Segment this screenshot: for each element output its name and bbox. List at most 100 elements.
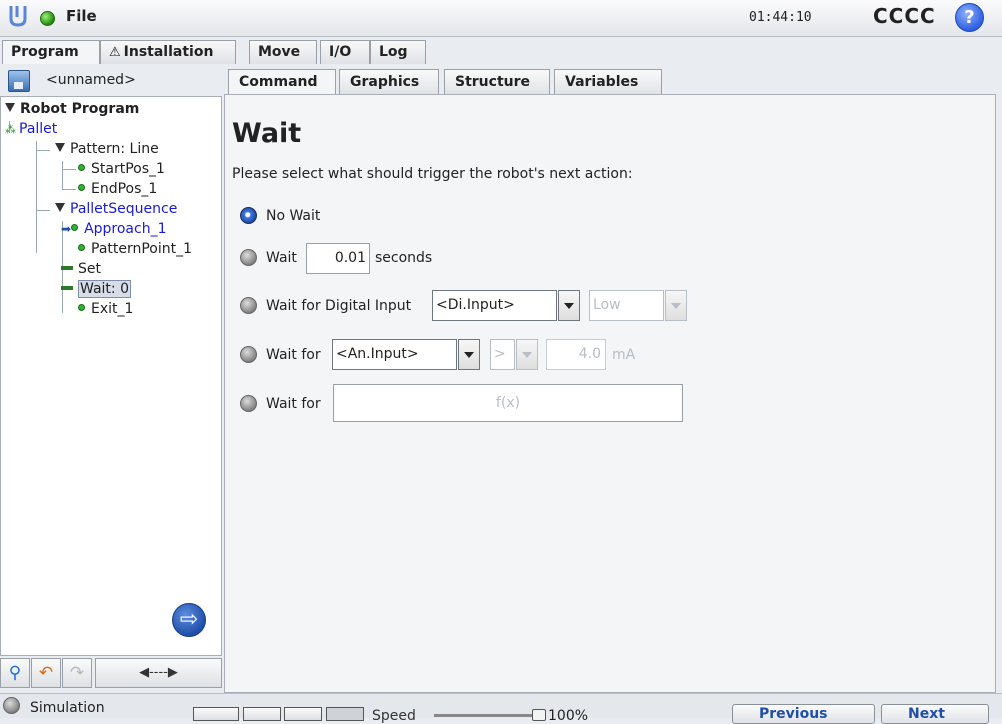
- analog-input-select[interactable]: <An.Input>: [332, 339, 457, 370]
- tab-label: Structure: [455, 74, 531, 90]
- speed-slider-handle[interactable]: [532, 709, 546, 721]
- tree-label: Pattern: Line: [70, 141, 159, 157]
- next-arrow-button[interactable]: ⇨: [172, 603, 206, 637]
- expand-icon: [55, 143, 65, 152]
- file-menu[interactable]: File: [66, 7, 97, 25]
- waypoint-icon: [78, 244, 85, 251]
- universal-robots-logo-icon: [9, 6, 27, 27]
- digital-input-select[interactable]: <Di.Input>: [432, 290, 557, 321]
- tree-item-set[interactable]: Set: [61, 261, 101, 277]
- tree-root[interactable]: Robot Program: [5, 101, 139, 117]
- chevron-down-icon[interactable]: [458, 339, 480, 370]
- wait-icon: [61, 286, 73, 290]
- speed-value: 100%: [548, 708, 589, 724]
- tab-command[interactable]: Command: [228, 69, 336, 96]
- tree-label: Approach_1: [84, 221, 167, 237]
- search-icon[interactable]: ⚲: [0, 658, 30, 688]
- simulation-label: Simulation: [30, 700, 105, 716]
- chevron-down-icon: [665, 290, 687, 321]
- tab-log[interactable]: Log: [370, 40, 426, 64]
- move-node-arrow-icon[interactable]: ◀----▶: [95, 658, 222, 688]
- clock: 01:44:10: [749, 10, 812, 25]
- page-title: Wait: [232, 118, 302, 149]
- tree-item-wait[interactable]: Wait: 0: [61, 280, 131, 298]
- wait-analog-label: Wait for: [266, 347, 321, 363]
- robot-name: CCCC: [873, 4, 936, 28]
- tree-label: PalletSequence: [70, 201, 178, 217]
- expression-input[interactable]: f(x): [333, 384, 683, 422]
- skip-back-icon[interactable]: [193, 707, 239, 721]
- waypoint-icon: [71, 224, 79, 231]
- simulation-radio[interactable]: [3, 697, 20, 714]
- undo-icon[interactable]: ↶: [31, 658, 61, 688]
- chevron-down-icon: [516, 339, 538, 370]
- tab-label: Graphics: [350, 74, 420, 90]
- tree-item-pallet[interactable]: ⁂ Pallet: [5, 121, 57, 137]
- program-tree[interactable]: Robot Program ⁂ Pallet Pattern: Line Star…: [0, 96, 222, 656]
- tab-label: Move: [258, 44, 301, 60]
- tab-program[interactable]: Program: [2, 40, 100, 65]
- tab-installation[interactable]: ⚠ Installation: [100, 40, 236, 64]
- tree-item-approach[interactable]: ➡ Approach_1: [61, 221, 166, 237]
- tab-label: Installation: [123, 44, 214, 60]
- tree-item-startpos[interactable]: StartPos_1: [78, 161, 165, 177]
- expand-icon: [55, 203, 65, 212]
- tree-item-palletsequence[interactable]: PalletSequence: [55, 201, 177, 217]
- tree-item-pattern[interactable]: Pattern: Line: [55, 141, 159, 157]
- tab-io[interactable]: I/O: [320, 40, 370, 64]
- next-button[interactable]: Next: [881, 704, 989, 724]
- digital-state-select: Low: [589, 290, 664, 321]
- wait-seconds-label: Wait: [266, 250, 297, 266]
- tree-item-endpos[interactable]: EndPos_1: [78, 181, 157, 197]
- tab-label: Command: [239, 74, 318, 90]
- step-icon[interactable]: [284, 707, 322, 721]
- tab-move[interactable]: Move: [249, 40, 317, 64]
- pallet-icon: ⁂: [5, 123, 16, 136]
- tree-label: Robot Program: [20, 101, 140, 117]
- tree-item-patternpoint[interactable]: PatternPoint_1: [78, 241, 192, 257]
- tree-label: Pallet: [19, 121, 58, 137]
- robot-status-icon: [40, 11, 55, 26]
- wait-analog-radio[interactable]: [240, 346, 257, 363]
- previous-label: Previous: [759, 706, 828, 722]
- set-icon: [61, 266, 73, 270]
- wait-seconds-radio[interactable]: [240, 249, 257, 266]
- expand-icon: [5, 103, 15, 112]
- analog-unit-label: mA: [612, 347, 636, 363]
- tree-item-exit[interactable]: Exit_1: [78, 301, 133, 317]
- tab-label: Variables: [565, 74, 639, 90]
- wait-seconds-input[interactable]: 0.01: [306, 243, 370, 274]
- help-button[interactable]: ?: [955, 3, 984, 32]
- instruction-text: Please select what should trigger the ro…: [232, 166, 633, 182]
- tab-label: I/O: [329, 44, 352, 60]
- tab-label: Log: [379, 44, 408, 60]
- tree-toolbar: ⚲ ↶ ↷ ◀----▶: [0, 658, 222, 690]
- no-wait-radio[interactable]: [240, 207, 257, 224]
- stop-icon[interactable]: [326, 707, 364, 721]
- tree-label: Set: [78, 261, 101, 277]
- warning-icon: ⚠: [109, 45, 121, 60]
- redo-icon[interactable]: ↷: [62, 658, 92, 688]
- wait-expression-radio[interactable]: [240, 395, 257, 412]
- tree-label: PatternPoint_1: [91, 241, 193, 257]
- play-icon[interactable]: [243, 707, 281, 721]
- tab-graphics[interactable]: Graphics: [339, 69, 439, 95]
- top-bar: [0, 0, 1002, 37]
- cursor-arrow-icon: ➡: [61, 222, 72, 236]
- tab-variables[interactable]: Variables: [554, 69, 662, 95]
- program-name: <unnamed>: [46, 72, 136, 88]
- wait-expression-label: Wait for: [266, 396, 321, 412]
- analog-value-input: 4.0: [546, 339, 606, 370]
- wait-digital-radio[interactable]: [240, 297, 257, 314]
- chevron-down-icon[interactable]: [558, 290, 580, 321]
- waypoint-icon: [78, 184, 85, 191]
- save-icon[interactable]: [8, 70, 30, 92]
- seconds-unit-label: seconds: [375, 250, 433, 266]
- speed-label: Speed: [372, 708, 416, 724]
- tab-structure[interactable]: Structure: [444, 69, 550, 95]
- tree-label: Wait: 0: [78, 280, 131, 298]
- previous-button[interactable]: Previous: [732, 704, 875, 724]
- tab-label: Program: [11, 44, 79, 60]
- waypoint-icon: [78, 164, 85, 171]
- tree-label: StartPos_1: [91, 161, 165, 177]
